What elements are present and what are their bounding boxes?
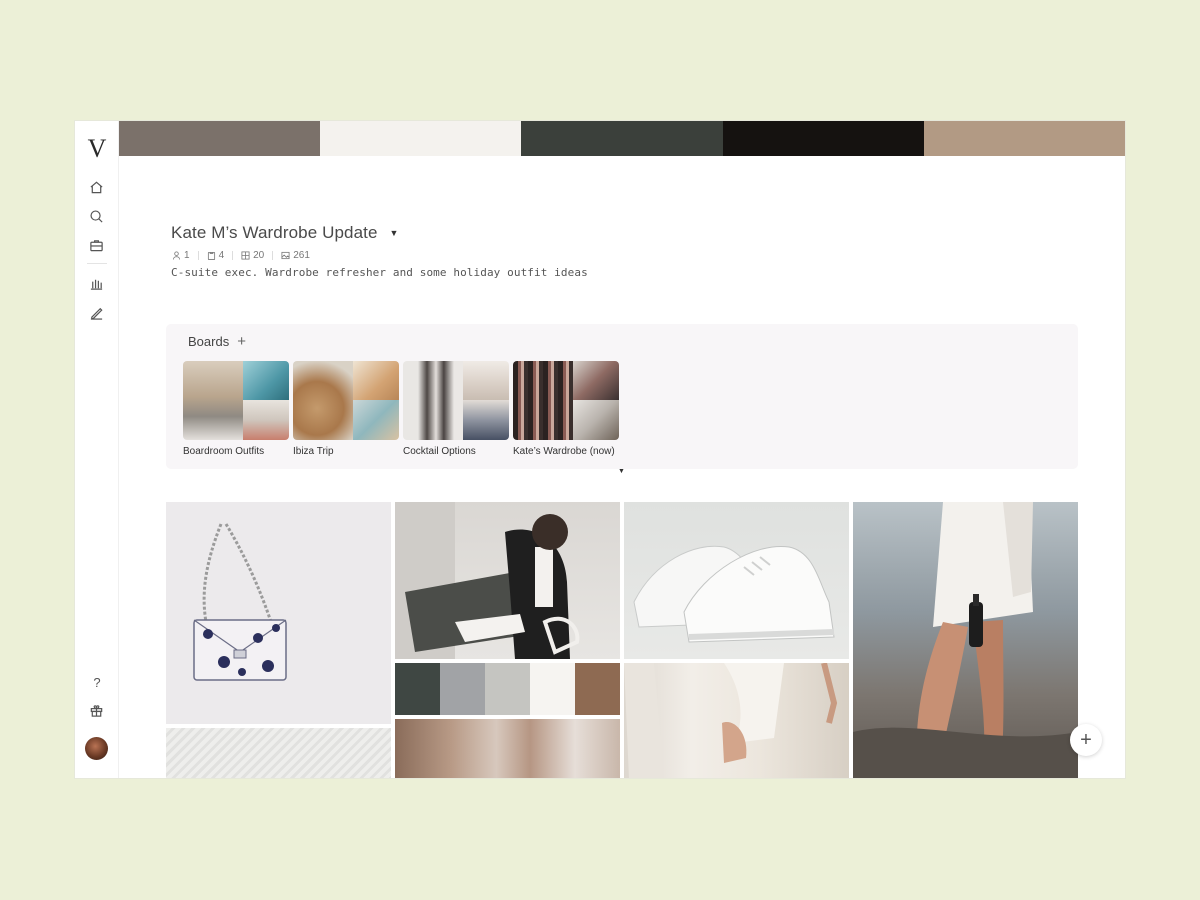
board-thumb-image xyxy=(243,400,289,440)
board-thumb-image xyxy=(573,361,619,400)
board-thumb-image xyxy=(353,361,399,400)
title-row: Kate M’s Wardrobe Update ▼ xyxy=(171,223,398,243)
photo-knit-sweater[interactable] xyxy=(166,728,391,778)
sidebar: V ? xyxy=(75,121,119,778)
handbag-illustration xyxy=(193,523,287,681)
photo-woman-in-coat[interactable] xyxy=(395,502,620,659)
board-thumb-image xyxy=(243,361,289,400)
briefcase-icon[interactable] xyxy=(87,236,105,254)
pen-icon[interactable] xyxy=(87,303,105,321)
palette-swatch[interactable] xyxy=(320,121,522,156)
photo-white-blazer[interactable] xyxy=(624,663,849,778)
swatch[interactable] xyxy=(440,663,485,715)
board-thumb-image xyxy=(183,361,243,440)
boards-heading: Boards xyxy=(188,334,230,349)
clipboard-icon xyxy=(207,251,215,260)
swatch[interactable] xyxy=(530,663,575,715)
board-card[interactable]: Cocktail Options xyxy=(403,361,509,457)
board-thumb-image xyxy=(463,361,509,400)
image-icon xyxy=(281,251,290,260)
swatch[interactable] xyxy=(485,663,530,715)
boards-count: 4 xyxy=(207,250,225,261)
board-card[interactable]: Kate’s Wardrobe (now) xyxy=(513,361,619,457)
library-icon[interactable] xyxy=(87,274,105,292)
app-window: V ? Kate M’s Wardrobe Update ▼ 1 4 20 26… xyxy=(75,121,1125,778)
board-thumb-image xyxy=(573,400,619,440)
woman-in-coat-illustration xyxy=(395,502,580,659)
board-thumbnail xyxy=(513,361,619,440)
app-logo[interactable]: V xyxy=(83,135,111,163)
help-button[interactable]: ? xyxy=(89,675,105,690)
grid-icon xyxy=(241,251,250,260)
blazer-illustration xyxy=(624,663,838,778)
board-card[interactable]: Boardroom Outfits xyxy=(183,361,289,457)
moodboard-grid xyxy=(166,502,1078,778)
page-title[interactable]: Kate M’s Wardrobe Update xyxy=(171,223,378,243)
swatch-strip xyxy=(395,663,620,715)
palette-swatch[interactable] xyxy=(521,121,723,156)
grid-count-value: 20 xyxy=(253,250,265,261)
photo-white-sneakers[interactable] xyxy=(624,502,849,659)
collapse-boards-icon[interactable]: ▼ xyxy=(618,468,625,475)
boards-header: Boards + xyxy=(188,334,246,349)
color-palette xyxy=(119,121,1125,156)
add-item-button[interactable]: + xyxy=(1070,724,1102,756)
palette-swatch[interactable] xyxy=(119,121,321,156)
board-label: Ibiza Trip xyxy=(293,446,334,457)
board-label: Boardroom Outfits xyxy=(183,446,265,457)
board-thumb-image xyxy=(463,400,509,440)
palette-swatch[interactable] xyxy=(722,121,924,156)
swatch[interactable] xyxy=(395,663,440,715)
images-count: 261 xyxy=(281,250,310,261)
project-description[interactable]: C-suite exec. Wardrobe refresher and som… xyxy=(171,266,588,279)
board-thumbnail xyxy=(293,361,399,440)
palette-swatch[interactable] xyxy=(923,121,1125,156)
sneakers-illustration xyxy=(633,545,835,643)
board-thumb-image xyxy=(353,400,399,440)
grid-count: 20 xyxy=(241,250,264,261)
board-thumbnail xyxy=(183,361,289,440)
photo-beige-bags[interactable] xyxy=(395,719,620,778)
boards-panel: Boards + Boardroom Outfits Ibiza Trip Co… xyxy=(166,324,1078,469)
sidebar-divider xyxy=(87,263,107,264)
boards-count-value: 4 xyxy=(218,250,225,261)
board-label: Cocktail Options xyxy=(403,446,476,457)
board-card[interactable]: Ibiza Trip xyxy=(293,361,399,457)
search-icon[interactable] xyxy=(87,207,105,225)
person-icon xyxy=(172,251,181,260)
title-dropdown-icon[interactable]: ▼ xyxy=(390,228,399,238)
board-thumb-image xyxy=(513,361,573,440)
avatar[interactable] xyxy=(85,737,108,760)
board-label: Kate’s Wardrobe (now) xyxy=(513,446,615,457)
photo-handbag[interactable] xyxy=(166,502,391,724)
gift-icon[interactable] xyxy=(87,701,105,719)
beach-walk-illustration xyxy=(853,502,1078,778)
photo-beach-walk[interactable] xyxy=(853,502,1078,778)
swatch[interactable] xyxy=(575,663,620,715)
add-board-button[interactable]: + xyxy=(237,334,246,349)
people-count: 1 xyxy=(172,250,190,261)
board-thumbnail xyxy=(403,361,509,440)
project-stats: 1 4 20 261 xyxy=(172,250,310,261)
images-count-value: 261 xyxy=(293,250,310,261)
board-thumb-image xyxy=(293,361,353,440)
people-count-value: 1 xyxy=(184,250,190,261)
board-thumb-image xyxy=(403,361,463,440)
home-icon[interactable] xyxy=(87,178,105,196)
